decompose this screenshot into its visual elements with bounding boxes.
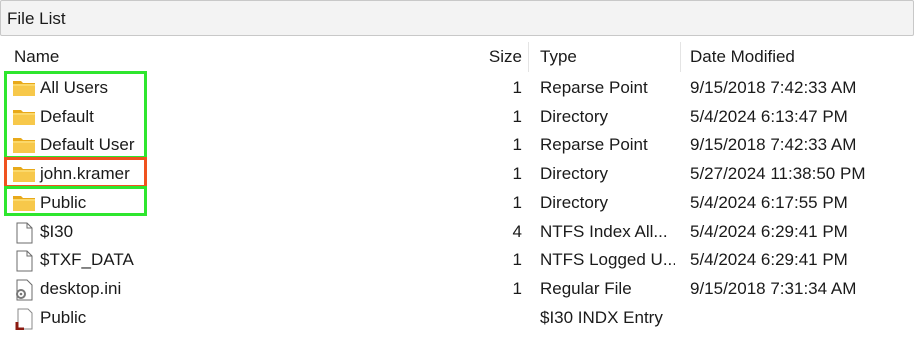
size-cell: 1	[512, 250, 522, 270]
type-cell: Directory	[540, 192, 609, 212]
table-row[interactable]: Default 1 Directory 5/4/2024 6:13:47 PM	[0, 103, 916, 132]
file-name: Default	[40, 106, 94, 126]
type-cell: Reparse Point	[540, 78, 648, 97]
folder-icon	[12, 193, 36, 213]
size-cell: 1	[512, 106, 522, 126]
size-cell: 1	[512, 192, 522, 212]
size-cell	[440, 304, 522, 333]
size-cell: 1	[512, 78, 522, 97]
date-modified-cell: 5/27/2024 11:38:50 PM	[690, 164, 866, 184]
table-row[interactable]: Public $I30 INDX Entry	[0, 304, 916, 333]
column-divider[interactable]	[528, 42, 529, 72]
table-row[interactable]: desktop.ini 1 Regular File 9/15/2018 7:31:3…	[0, 275, 916, 304]
type-cell: Directory	[540, 106, 609, 126]
column-header-size[interactable]: Size	[440, 40, 522, 74]
file-name: $I30	[40, 221, 74, 241]
file-name: Public	[40, 307, 87, 327]
folder-icon	[12, 135, 36, 155]
type-cell: Regular File	[540, 278, 632, 298]
settings-file-icon	[12, 279, 36, 301]
name-cell[interactable]: Default User	[12, 131, 482, 160]
name-cell[interactable]: Public	[12, 304, 482, 333]
date-modified-cell: 9/15/2018 7:31:34 AM	[690, 278, 857, 298]
type-cell: NTFS Logged U...	[540, 250, 675, 270]
column-header: Name Size Type Date Modified	[0, 40, 916, 74]
file-name: All Users	[40, 78, 109, 97]
date-modified-cell: 5/4/2024 6:13:47 PM	[690, 106, 848, 126]
folder-icon	[12, 78, 36, 98]
panel-title: File List	[0, 0, 914, 36]
file-name: Public	[40, 192, 87, 212]
name-cell[interactable]: Default	[12, 103, 482, 132]
date-modified-cell: 5/4/2024 6:29:41 PM	[690, 250, 848, 270]
name-cell[interactable]: $TXF_DATA	[12, 246, 482, 275]
date-modified-cell: 5/4/2024 6:17:55 PM	[690, 192, 848, 212]
table-row[interactable]: $I30 4 NTFS Index All... 5/4/2024 6:29:41 P…	[0, 218, 916, 247]
file-name: john.kramer	[40, 164, 130, 184]
size-cell: 1	[512, 278, 522, 298]
name-cell[interactable]: desktop.ini	[12, 275, 482, 304]
file-name: Default User	[40, 135, 135, 155]
size-cell: 1	[512, 164, 522, 184]
table-row[interactable]: $TXF_DATA 1 NTFS Logged U... 5/4/2024 6:29:…	[0, 246, 916, 275]
type-cell: Directory	[540, 164, 609, 184]
index-entry-icon	[12, 308, 36, 331]
size-cell: 1	[512, 135, 522, 155]
file-list-panel: File List Name Size Type Date Modified A…	[0, 0, 916, 344]
date-modified-cell: 9/15/2018 7:42:33 AM	[690, 78, 857, 97]
size-cell: 4	[512, 221, 522, 241]
name-cell[interactable]: Public	[12, 189, 482, 218]
date-modified-cell: 5/4/2024 6:29:41 PM	[690, 221, 848, 241]
name-cell[interactable]: john.kramer	[12, 160, 482, 189]
type-cell: NTFS Index All...	[540, 221, 668, 241]
table-row[interactable]: Public 1 Directory 5/4/2024 6:17:55 PM	[0, 189, 916, 218]
date-modified-cell	[690, 304, 916, 333]
column-header-name[interactable]: Name	[14, 40, 414, 74]
type-cell: Reparse Point	[540, 135, 648, 155]
file-icon	[12, 250, 36, 272]
type-cell: $I30 INDX Entry	[540, 307, 663, 327]
table-row[interactable]: All Users 1 Reparse Point 9/15/2018 7:42:33…	[0, 74, 916, 103]
folder-icon	[12, 107, 36, 127]
file-name: desktop.ini	[40, 278, 122, 298]
date-modified-cell: 9/15/2018 7:42:33 AM	[690, 135, 857, 155]
folder-icon	[12, 164, 36, 184]
table-row[interactable]: Default User 1 Reparse Point 9/15/2018 7:42…	[0, 131, 916, 160]
table-row[interactable]: john.kramer 1 Directory 5/27/2024 11:38:50 …	[0, 160, 916, 189]
column-header-date-modified[interactable]: Date Modified	[690, 40, 910, 74]
column-header-type[interactable]: Type	[540, 40, 670, 74]
column-divider[interactable]	[680, 42, 681, 72]
file-name: $TXF_DATA	[40, 250, 134, 270]
name-cell[interactable]: All Users	[12, 74, 482, 103]
name-cell[interactable]: $I30	[12, 218, 482, 247]
file-icon	[12, 222, 36, 243]
